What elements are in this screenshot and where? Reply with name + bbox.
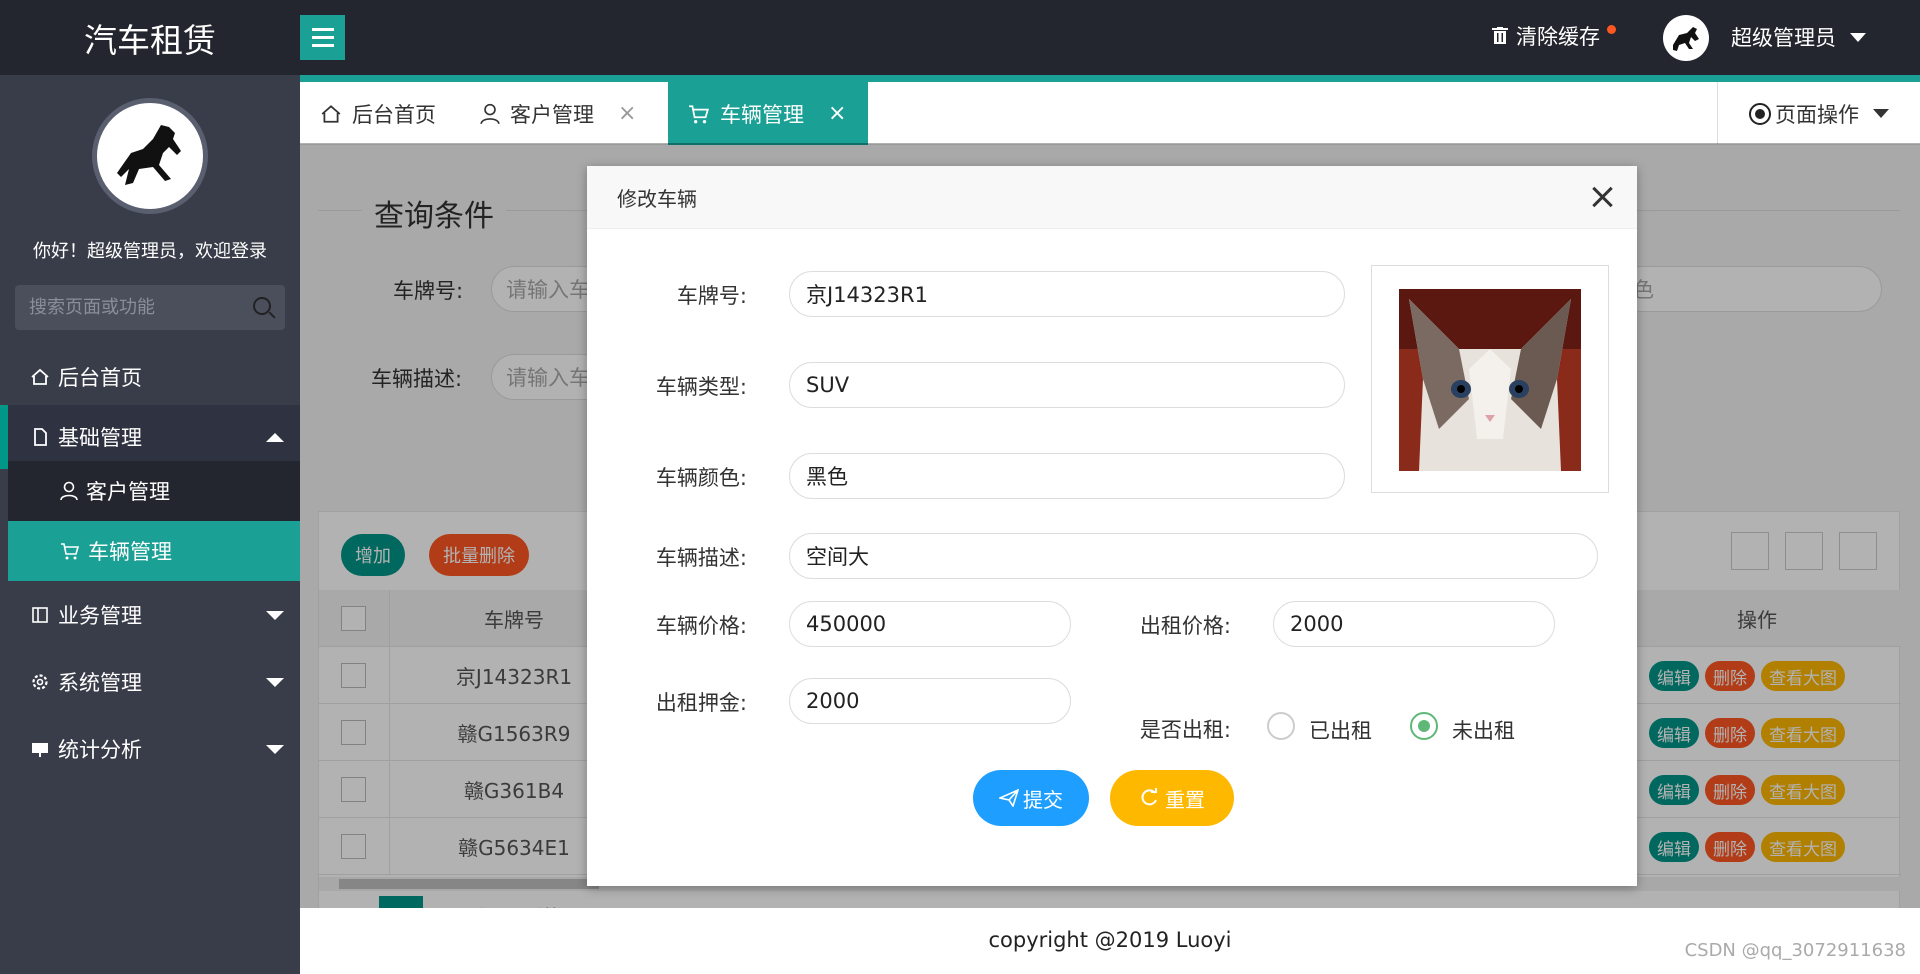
top-bar: 汽车租赁 清除缓存 超级管理员	[0, 0, 1920, 75]
page-ops-label: 页面操作	[1775, 102, 1859, 127]
sidebar-item-customers[interactable]: 客户管理	[8, 461, 300, 521]
search-icon[interactable]	[253, 297, 271, 315]
close-icon[interactable]: ×	[618, 101, 636, 126]
app-logo: 汽车租赁	[84, 20, 216, 60]
sidebar-avatar	[92, 98, 208, 214]
sidebar-item-vehicles[interactable]: 车辆管理	[8, 521, 300, 581]
book-icon	[32, 607, 48, 623]
rented-radio[interactable]	[1267, 712, 1295, 740]
submit-label: 提交	[1023, 787, 1063, 812]
send-icon	[999, 789, 1019, 807]
watermark: CSDN @qq_3072911638	[1684, 940, 1906, 961]
price-label: 车辆价格:	[655, 614, 747, 638]
type-label: 车辆类型:	[655, 375, 747, 399]
rent-price-field[interactable]	[1273, 601, 1555, 647]
chart-icon	[32, 743, 48, 757]
sidebar-item-basic[interactable]: 基础管理	[0, 405, 300, 469]
cart-icon	[689, 104, 709, 123]
horse-logo-icon	[117, 125, 181, 185]
home-icon	[321, 104, 341, 123]
user-menu[interactable]: 超级管理员	[1731, 22, 1866, 52]
tab-bar: 后台首页 客户管理 × 车辆管理 × 页面操作	[300, 75, 1920, 145]
reset-label: 重置	[1165, 787, 1205, 812]
rent-price-label: 出租价格:	[1139, 614, 1231, 638]
hamburger-icon	[311, 28, 334, 31]
chevron-up-icon	[266, 433, 284, 442]
tab-customers[interactable]: 客户管理 ×	[460, 82, 656, 145]
sidebar-item-label: 车辆管理	[88, 540, 172, 564]
desc-label: 车辆描述:	[655, 546, 747, 570]
home-icon	[31, 368, 49, 385]
tab-label: 客户管理	[510, 102, 594, 127]
close-icon[interactable]: ×	[828, 101, 846, 126]
trash-icon	[1492, 27, 1508, 44]
clear-cache-label: 清除缓存	[1516, 25, 1600, 49]
sidebar-item-business[interactable]: 业务管理	[0, 583, 300, 647]
submit-button[interactable]: 提交	[973, 770, 1089, 826]
copyright-text: copyright @2019 Luoyi	[988, 928, 1232, 952]
sidebar-item-label: 系统管理	[58, 671, 142, 695]
deposit-label: 出租押金:	[655, 691, 747, 715]
tab-vehicles[interactable]: 车辆管理 ×	[668, 82, 868, 145]
chevron-down-icon	[266, 678, 284, 687]
sidebar-item-stats[interactable]: 统计分析	[0, 717, 300, 781]
color-field[interactable]	[789, 453, 1345, 499]
type-field[interactable]	[789, 362, 1345, 408]
reset-button[interactable]: 重置	[1110, 770, 1234, 826]
chevron-down-icon	[266, 611, 284, 620]
avatar[interactable]	[1663, 15, 1709, 61]
sidebar-item-home[interactable]: 后台首页	[0, 345, 300, 409]
user-name: 超级管理员	[1731, 26, 1836, 50]
clear-cache-button[interactable]: 清除缓存	[1492, 21, 1616, 51]
chevron-down-icon	[1873, 109, 1889, 118]
plate-label: 车牌号:	[676, 284, 747, 308]
tab-label: 车辆管理	[720, 102, 804, 127]
sidebar-search	[15, 285, 285, 330]
color-label: 车辆颜色:	[655, 466, 747, 490]
sidebar-item-label: 客户管理	[86, 480, 170, 504]
refresh-icon	[1141, 788, 1157, 806]
sidebar-item-system[interactable]: 系统管理	[0, 650, 300, 714]
price-field[interactable]	[789, 601, 1071, 647]
user-icon	[480, 103, 500, 124]
page-operations-dropdown[interactable]: 页面操作	[1717, 82, 1920, 145]
modal-title: 修改车辆	[617, 186, 697, 211]
not-rented-radio[interactable]	[1410, 712, 1438, 740]
sidebar-item-label: 基础管理	[58, 426, 142, 450]
gear-icon	[32, 674, 48, 690]
edit-vehicle-modal: 修改车辆 车牌号: 车辆类型: 车辆颜色: 车辆描述: 车辆价格: 出租价格: …	[587, 166, 1637, 886]
deposit-field[interactable]	[789, 678, 1071, 724]
sidebar-item-label: 业务管理	[58, 604, 142, 628]
not-rented-radio-label[interactable]: 未出租	[1452, 715, 1515, 745]
sidebar-item-label: 统计分析	[58, 738, 142, 762]
sidebar-item-label: 后台首页	[58, 366, 142, 390]
file-icon	[34, 428, 47, 446]
cart-icon	[61, 543, 80, 560]
user-icon	[60, 481, 78, 501]
sidebar: 你好！超级管理员，欢迎登录 后台首页 基础管理 客户管理 车辆管理 业务管理 系…	[0, 75, 300, 974]
tab-home[interactable]: 后台首页	[300, 82, 456, 145]
search-input[interactable]	[15, 285, 285, 330]
close-icon[interactable]	[1589, 184, 1615, 210]
plate-field[interactable]	[789, 271, 1345, 317]
chevron-down-icon	[266, 745, 284, 754]
rented-radio-label[interactable]: 已出租	[1309, 715, 1372, 745]
horse-avatar	[1673, 27, 1699, 51]
welcome-text: 你好！超级管理员，欢迎登录	[33, 241, 267, 262]
cat-photo-image	[1399, 289, 1581, 471]
target-icon	[1749, 102, 1771, 125]
menu-toggle-button[interactable]	[300, 15, 345, 60]
chevron-down-icon	[1850, 32, 1866, 42]
vehicle-photo	[1371, 265, 1609, 493]
rented-label: 是否出租:	[1139, 718, 1231, 742]
description-field[interactable]	[789, 533, 1598, 579]
tab-label: 后台首页	[352, 102, 436, 127]
modal-header: 修改车辆	[587, 166, 1637, 229]
notification-dot	[1607, 25, 1616, 34]
